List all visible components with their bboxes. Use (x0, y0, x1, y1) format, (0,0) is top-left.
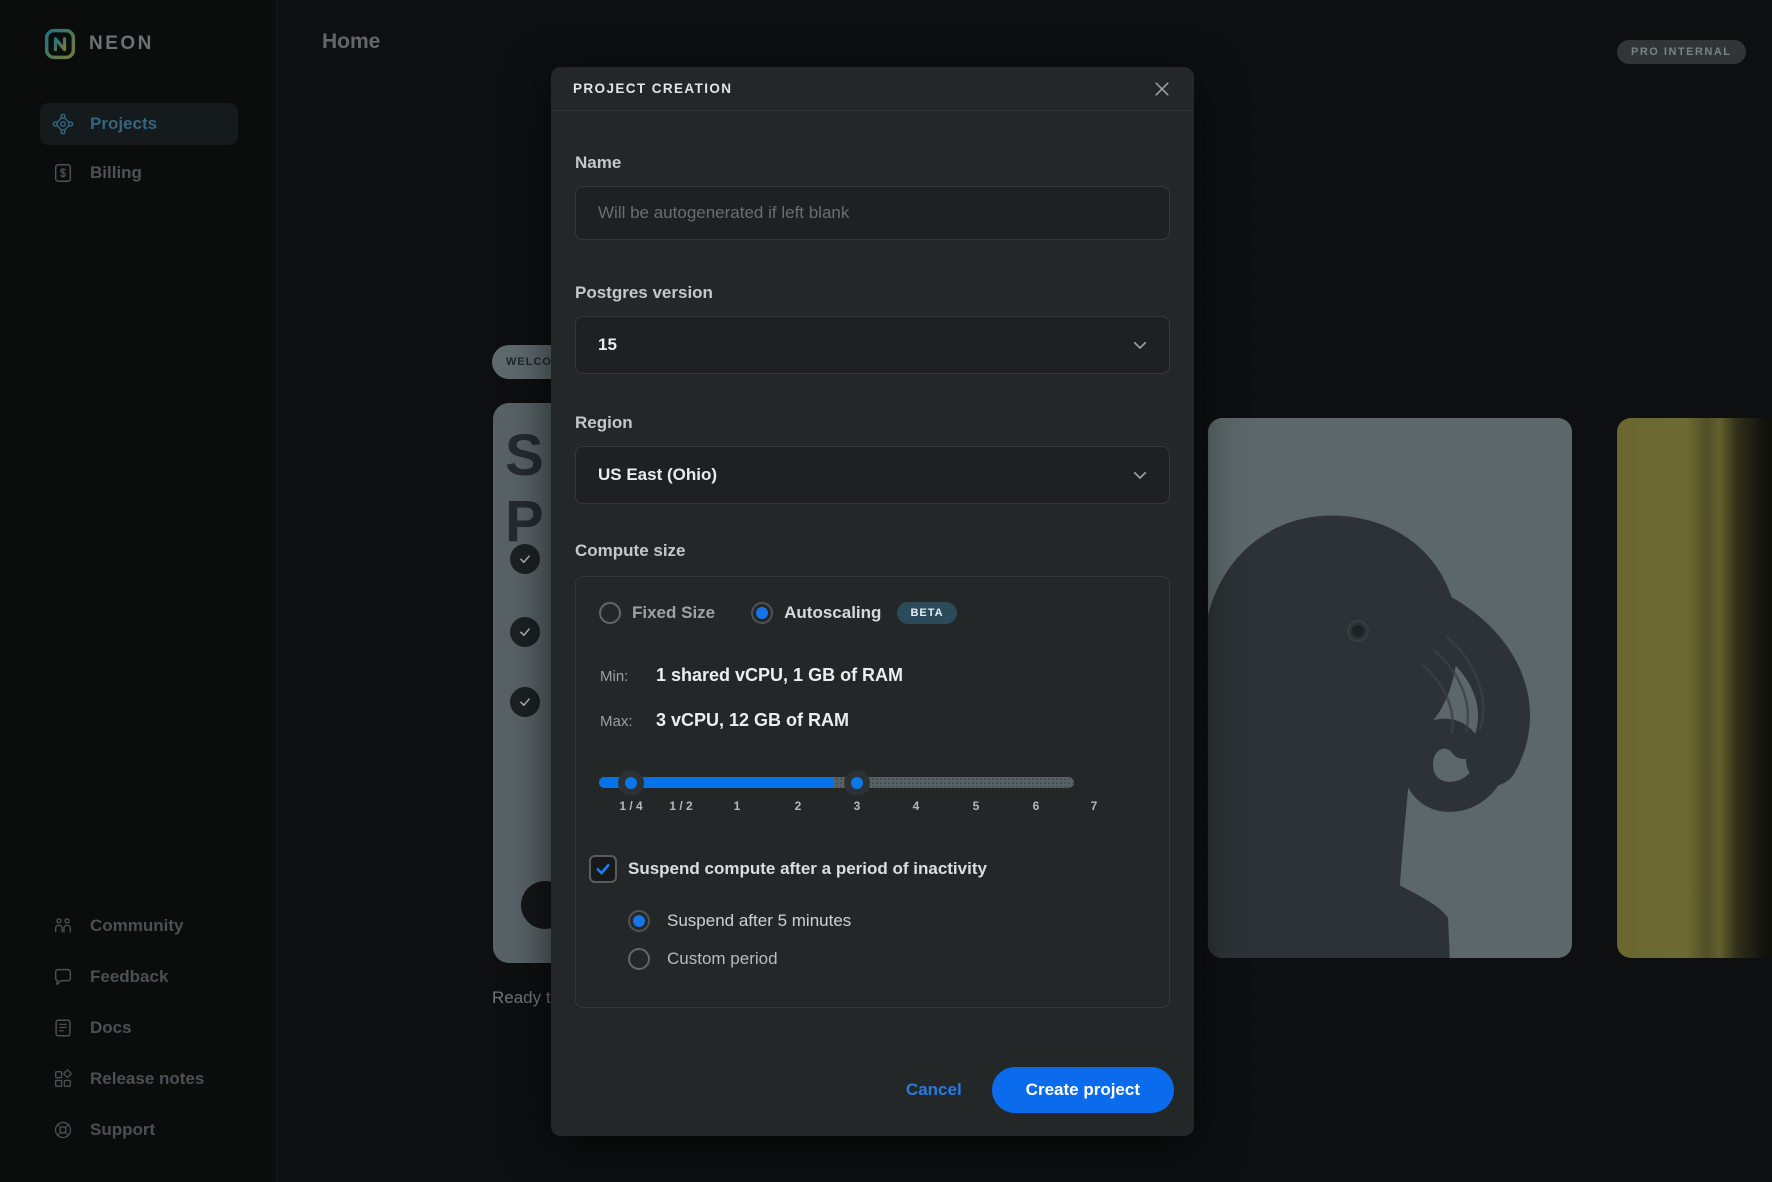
slider-tick: 7 (1091, 799, 1098, 813)
sidebar-item-label: Docs (90, 1018, 132, 1038)
custom-period-option: Custom period (628, 948, 778, 970)
slider-tick: 3 (854, 799, 861, 813)
fixed-size-radio[interactable] (599, 602, 621, 624)
slider-tick: 6 (1033, 799, 1040, 813)
name-label: Name (575, 153, 621, 173)
promo-card (1617, 418, 1772, 958)
postgres-version-value: 15 (598, 335, 617, 355)
sidebar-item-feedback[interactable]: Feedback (40, 963, 238, 991)
project-creation-modal: PROJECT CREATION Name Postgres version 1… (551, 67, 1194, 1136)
postgres-version-select[interactable]: 15 (575, 316, 1170, 374)
sidebar-item-projects[interactable]: Projects (40, 103, 238, 145)
chevron-down-icon (1131, 466, 1149, 484)
docs-icon (52, 1017, 74, 1039)
suspend-5min-radio[interactable] (628, 910, 650, 932)
compute-size-box: Fixed Size Autoscaling BETA Min: 1 share… (575, 576, 1170, 1008)
page-title: Home (322, 30, 380, 54)
modal-header: PROJECT CREATION (551, 67, 1194, 111)
close-icon[interactable] (1152, 79, 1172, 99)
slider-tick: 5 (973, 799, 980, 813)
max-label: Max: (600, 713, 656, 730)
suspend-5min-label: Suspend after 5 minutes (667, 911, 851, 931)
custom-period-radio[interactable] (628, 948, 650, 970)
onboarding-headline-letter: S (505, 427, 544, 485)
min-value: 1 shared vCPU, 1 GB of RAM (656, 665, 903, 686)
chevron-down-icon (1131, 336, 1149, 354)
compute-size-slider[interactable] (599, 777, 1074, 788)
suspend-checkbox-label: Suspend compute after a period of inacti… (628, 859, 987, 879)
sidebar-item-label: Release notes (90, 1069, 204, 1089)
region-select[interactable]: US East (Ohio) (575, 446, 1170, 504)
check-circle-icon (510, 617, 540, 647)
compute-size-label: Compute size (575, 541, 686, 561)
brand-logo[interactable]: NEON (44, 28, 154, 60)
sidebar-item-label: Feedback (90, 967, 168, 987)
billing-icon (52, 162, 74, 184)
slider-tick: 1 / 2 (669, 799, 692, 813)
sidebar-item-label: Community (90, 916, 184, 936)
slider-tick: 1 (734, 799, 741, 813)
brand-name: NEON (89, 33, 154, 55)
elephant-image-card (1208, 418, 1572, 958)
elephant-image (1208, 418, 1572, 958)
community-icon (52, 915, 74, 937)
suspend-after-5-minutes-option: Suspend after 5 minutes (628, 910, 851, 932)
max-value: 3 vCPU, 12 GB of RAM (656, 710, 849, 731)
onboarding-headline-letter: P (505, 493, 544, 551)
region-label: Region (575, 413, 633, 433)
slider-max-handle[interactable] (844, 770, 870, 796)
check-circle-icon (510, 687, 540, 717)
autoscaling-radio[interactable] (751, 602, 773, 624)
slider-ticks: 1 / 4 1 / 2 1 2 3 4 5 6 7 (599, 799, 1074, 815)
modal-footer: Cancel Create project (575, 1067, 1174, 1113)
sidebar-item-community[interactable]: Community (40, 912, 238, 940)
sidebar-item-docs[interactable]: Docs (40, 1014, 238, 1042)
autoscaling-label: Autoscaling (784, 603, 881, 623)
feedback-icon (52, 966, 74, 988)
sidebar-item-label: Billing (90, 163, 142, 183)
modal-title: PROJECT CREATION (573, 81, 732, 96)
region-value: US East (Ohio) (598, 465, 717, 485)
neon-logo-icon (44, 28, 76, 60)
fixed-size-label: Fixed Size (632, 603, 715, 623)
sidebar-item-support[interactable]: Support (40, 1116, 238, 1144)
compute-mode-options: Fixed Size Autoscaling BETA (599, 601, 957, 625)
sidebar: NEON Projects Billing Communi (0, 0, 277, 1182)
support-icon (52, 1119, 74, 1141)
ready-text: Ready to (492, 988, 560, 1008)
plan-badge: PRO INTERNAL (1617, 40, 1746, 64)
slider-min-handle[interactable] (618, 770, 644, 796)
sidebar-item-release-notes[interactable]: Release notes (40, 1065, 238, 1093)
suspend-checkbox[interactable] (589, 855, 617, 883)
sidebar-item-billing[interactable]: Billing (40, 152, 238, 194)
suspend-checkbox-row: Suspend compute after a period of inacti… (589, 855, 987, 883)
slider-tick: 2 (795, 799, 802, 813)
postgres-version-label: Postgres version (575, 283, 713, 303)
beta-badge: BETA (897, 602, 956, 624)
slider-tick: 1 / 4 (619, 799, 642, 813)
sidebar-item-label: Support (90, 1120, 155, 1140)
name-input[interactable] (575, 186, 1170, 240)
slider-tick: 4 (913, 799, 920, 813)
cancel-button[interactable]: Cancel (906, 1080, 962, 1100)
check-circle-icon (510, 544, 540, 574)
min-row: Min: 1 shared vCPU, 1 GB of RAM (600, 665, 903, 687)
custom-period-label: Custom period (667, 949, 778, 969)
sidebar-item-label: Projects (90, 114, 157, 134)
projects-icon (52, 113, 74, 135)
max-row: Max: 3 vCPU, 12 GB of RAM (600, 710, 849, 732)
release-notes-icon (52, 1068, 74, 1090)
min-label: Min: (600, 668, 656, 685)
create-project-button[interactable]: Create project (992, 1067, 1174, 1113)
